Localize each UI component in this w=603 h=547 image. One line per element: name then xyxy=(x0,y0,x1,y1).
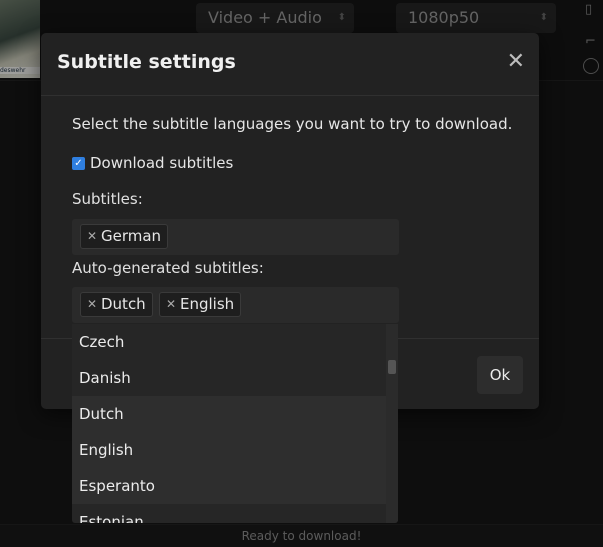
auto-subtitle-tag: ✕ Dutch xyxy=(80,292,153,317)
download-subtitles-label: Download subtitles xyxy=(90,154,234,172)
auto-subtitle-tag-label: Dutch xyxy=(101,295,146,313)
remove-tag-icon[interactable]: ✕ xyxy=(166,293,176,316)
language-dropdown[interactable]: Czech Danish Dutch English Esperanto Est… xyxy=(72,324,398,523)
dropdown-option[interactable]: English xyxy=(72,432,386,468)
auto-subtitle-tag: ✕ English xyxy=(159,292,242,317)
dropdown-option[interactable]: Dutch xyxy=(72,396,386,432)
auto-subtitle-tag-label: English xyxy=(180,295,235,313)
remove-tag-icon[interactable]: ✕ xyxy=(87,293,97,316)
dialog-header: Subtitle settings ✕ xyxy=(41,33,539,96)
auto-subtitles-select[interactable]: ✕ Dutch ✕ English xyxy=(72,287,399,323)
dropdown-scrollbar[interactable] xyxy=(386,324,398,523)
dropdown-option[interactable]: Danish xyxy=(72,360,386,396)
remove-tag-icon[interactable]: ✕ xyxy=(87,225,97,248)
subtitles-select[interactable]: ✕ German xyxy=(72,219,399,255)
subtitle-tag-label: German xyxy=(101,227,162,245)
dropdown-option[interactable]: Esperanto xyxy=(72,468,386,504)
scrollbar-thumb[interactable] xyxy=(388,360,396,374)
download-subtitles-checkbox[interactable]: ✓ xyxy=(72,156,85,170)
dialog-title: Subtitle settings xyxy=(57,51,236,73)
subtitles-label: Subtitles: xyxy=(72,190,143,208)
close-icon[interactable]: ✕ xyxy=(507,49,525,74)
subtitle-tag: ✕ German xyxy=(80,224,169,249)
dialog-intro-text: Select the subtitle languages you want t… xyxy=(72,115,513,133)
download-subtitles-row[interactable]: ✓ Download subtitles xyxy=(72,153,233,173)
dropdown-option[interactable]: Czech xyxy=(72,324,386,360)
auto-subtitles-label: Auto-generated subtitles: xyxy=(72,259,264,277)
dropdown-option[interactable]: Estonian xyxy=(72,504,386,523)
ok-button[interactable]: Ok xyxy=(477,356,523,394)
